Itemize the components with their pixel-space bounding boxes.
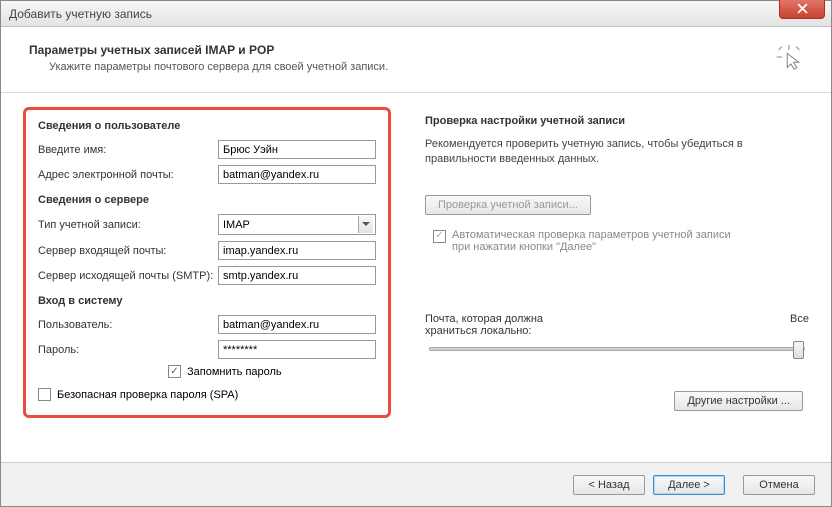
chevron-down-icon	[358, 216, 373, 233]
remember-row: Запомнить пароль	[38, 365, 376, 378]
dialog-window: Добавить учетную запись Параметры учетны…	[0, 0, 832, 507]
login-section-title: Вход в систему	[38, 295, 376, 307]
slider-right-label: Все	[790, 313, 809, 337]
incoming-label: Сервер входящей почты:	[38, 245, 218, 257]
left-column: Сведения о пользователе Введите имя: Адр…	[23, 107, 391, 418]
other-settings-row: Другие настройки ...	[425, 391, 809, 411]
header-title: Параметры учетных записей IMAP и POP	[29, 43, 388, 57]
email-label: Адрес электронной почты:	[38, 169, 218, 181]
cancel-button[interactable]: Отмена	[743, 475, 815, 495]
other-settings-button[interactable]: Другие настройки ...	[674, 391, 803, 411]
spa-row: Безопасная проверка пароля (SPA)	[38, 388, 376, 401]
header-subtitle: Укажите параметры почтового сервера для …	[29, 61, 388, 73]
slider-track[interactable]	[429, 347, 805, 351]
incoming-row: Сервер входящей почты:	[38, 241, 376, 260]
spa-checkbox[interactable]	[38, 388, 51, 401]
header-text: Параметры учетных записей IMAP и POP Ука…	[29, 43, 388, 73]
test-title: Проверка настройки учетной записи	[425, 115, 809, 127]
spa-label: Безопасная проверка пароля (SPA)	[57, 389, 238, 401]
pass-label: Пароль:	[38, 344, 218, 356]
type-label: Тип учетной записи:	[38, 219, 218, 231]
user-section-title: Сведения о пользователе	[38, 120, 376, 132]
incoming-input[interactable]	[218, 241, 376, 260]
auto-test-row: Автоматическая проверка параметров учетн…	[425, 229, 809, 253]
auto-test-checkbox[interactable]	[433, 230, 446, 243]
user-label: Пользователь:	[38, 319, 218, 331]
pass-input[interactable]	[218, 340, 376, 359]
type-row: Тип учетной записи: IMAP	[38, 214, 376, 235]
back-button[interactable]: < Назад	[573, 475, 645, 495]
email-input[interactable]	[218, 165, 376, 184]
test-desc: Рекомендуется проверить учетную запись, …	[425, 137, 809, 167]
name-label: Введите имя:	[38, 144, 218, 156]
outgoing-row: Сервер исходящей почты (SMTP):	[38, 266, 376, 285]
outgoing-input[interactable]	[218, 266, 376, 285]
account-type-value: IMAP	[223, 219, 250, 231]
footer: < Назад Далее > Отмена	[1, 462, 831, 506]
user-input[interactable]	[218, 315, 376, 334]
next-button[interactable]: Далее >	[653, 475, 725, 495]
server-section-title: Сведения о сервере	[38, 194, 376, 206]
titlebar: Добавить учетную запись	[1, 1, 831, 27]
slider-section: Почта, которая должна храниться локально…	[425, 313, 809, 351]
slider-left-label: Почта, которая должна храниться локально…	[425, 313, 595, 337]
account-type-select[interactable]: IMAP	[218, 214, 376, 235]
pass-row: Пароль:	[38, 340, 376, 359]
email-row: Адрес электронной почты:	[38, 165, 376, 184]
auto-test-label: Автоматическая проверка параметров учетн…	[452, 229, 732, 253]
slider-labels: Почта, которая должна храниться локально…	[425, 313, 809, 337]
remember-checkbox[interactable]	[168, 365, 181, 378]
remember-label: Запомнить пароль	[187, 366, 282, 378]
close-icon	[797, 3, 808, 14]
close-button[interactable]	[779, 0, 825, 19]
user-row: Пользователь:	[38, 315, 376, 334]
content: Сведения о пользователе Введите имя: Адр…	[1, 93, 831, 428]
cursor-icon	[775, 43, 803, 74]
slider-thumb[interactable]	[793, 341, 804, 359]
name-row: Введите имя:	[38, 140, 376, 159]
name-input[interactable]	[218, 140, 376, 159]
window-title: Добавить учетную запись	[9, 7, 152, 21]
right-column: Проверка настройки учетной записи Рекоме…	[425, 107, 809, 418]
header: Параметры учетных записей IMAP и POP Ука…	[1, 27, 831, 93]
outgoing-label: Сервер исходящей почты (SMTP):	[38, 270, 218, 282]
test-account-button[interactable]: Проверка учетной записи...	[425, 195, 591, 215]
